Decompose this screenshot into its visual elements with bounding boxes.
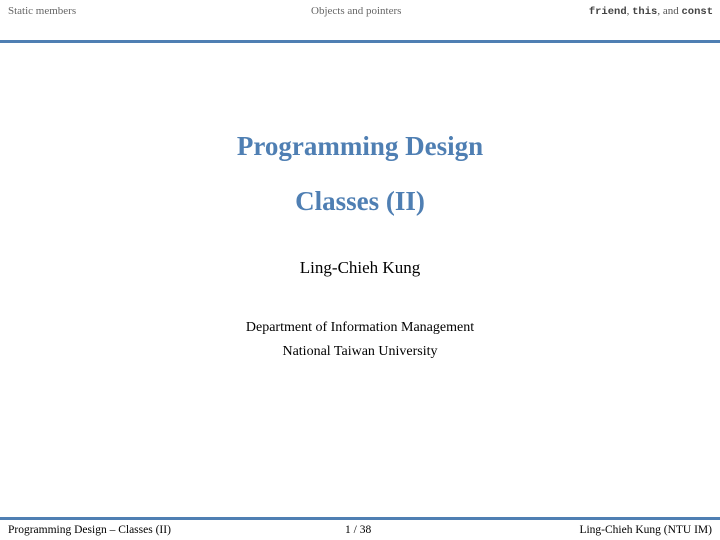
nav-code-const: const <box>681 6 713 18</box>
nav-section-objects-pointers[interactable]: Objects and pointers <box>311 5 401 17</box>
header-bar: Static members Objects and pointers frie… <box>0 0 720 24</box>
slide-title: Programming Design <box>236 131 484 161</box>
slide-institute-university: National Taiwan University <box>282 344 438 359</box>
nav-code-this: this <box>632 6 658 18</box>
slide-subtitle: Classes (II) <box>295 186 425 216</box>
footer-author: Ling-Chieh Kung (NTU IM) <box>579 524 712 536</box>
slide-author: Ling-Chieh Kung <box>299 258 421 277</box>
slide-institute-department: Department of Information Management <box>245 320 475 335</box>
footer-short-title: Programming Design – Classes (II) <box>8 524 171 536</box>
nav-section-static-members[interactable]: Static members <box>8 5 76 17</box>
footer-page-number: 1 / 38 <box>345 524 372 536</box>
nav-section-friend-this-const[interactable]: friend, this, and const <box>589 5 713 18</box>
nav-code-friend: friend <box>588 6 627 18</box>
nav-and: , and <box>657 5 682 17</box>
footer-bar: Programming Design – Classes (II) 1 / 38… <box>0 520 720 540</box>
header-divider <box>0 40 720 43</box>
